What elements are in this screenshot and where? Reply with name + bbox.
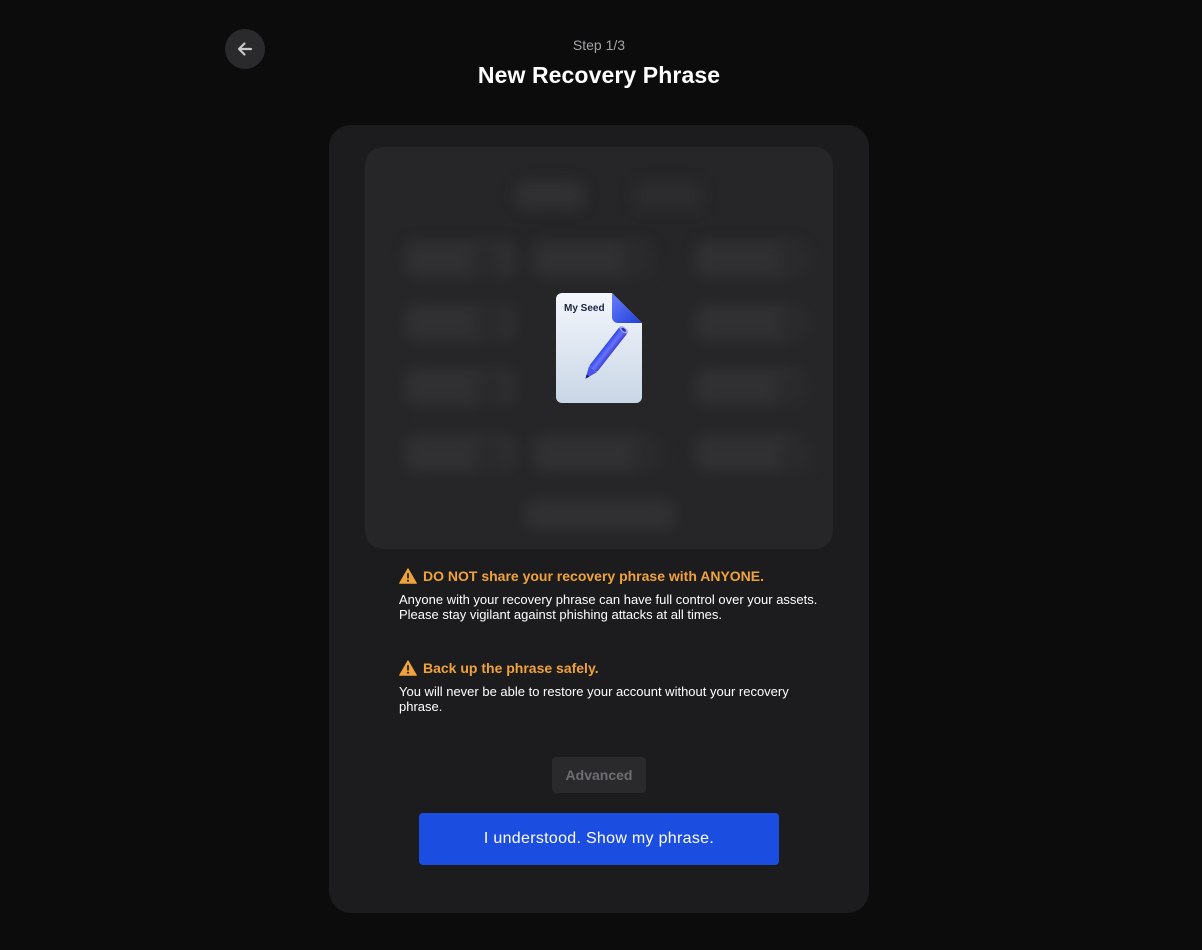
phrase-preview: My Seed [365, 147, 833, 549]
warning-title: DO NOT share your recovery phrase with A… [423, 568, 765, 584]
warning-share: DO NOT share your recovery phrase with A… [399, 568, 819, 622]
warning-title: Back up the phrase safely. [423, 660, 599, 676]
recovery-phrase-page: Step 1/3 New Recovery Phrase My Seed DO … [0, 0, 1202, 950]
warning-backup: Back up the phrase safely. You will neve… [399, 660, 819, 714]
warning-body: Anyone with your recovery phrase can hav… [399, 592, 818, 622]
doc-label: My Seed [564, 303, 605, 314]
step-indicator: Step 1/3 [572, 37, 626, 53]
warning-triangle-icon [399, 568, 417, 584]
page-title: New Recovery Phrase [477, 62, 721, 88]
warning-triangle-icon [399, 660, 417, 676]
recovery-card: My Seed DO NOT share your recovery phras… [329, 125, 869, 913]
show-phrase-button[interactable]: I understood. Show my phrase. [419, 813, 779, 865]
warning-body: You will never be able to restore your a… [399, 684, 789, 714]
advanced-button[interactable]: Advanced [552, 757, 646, 793]
